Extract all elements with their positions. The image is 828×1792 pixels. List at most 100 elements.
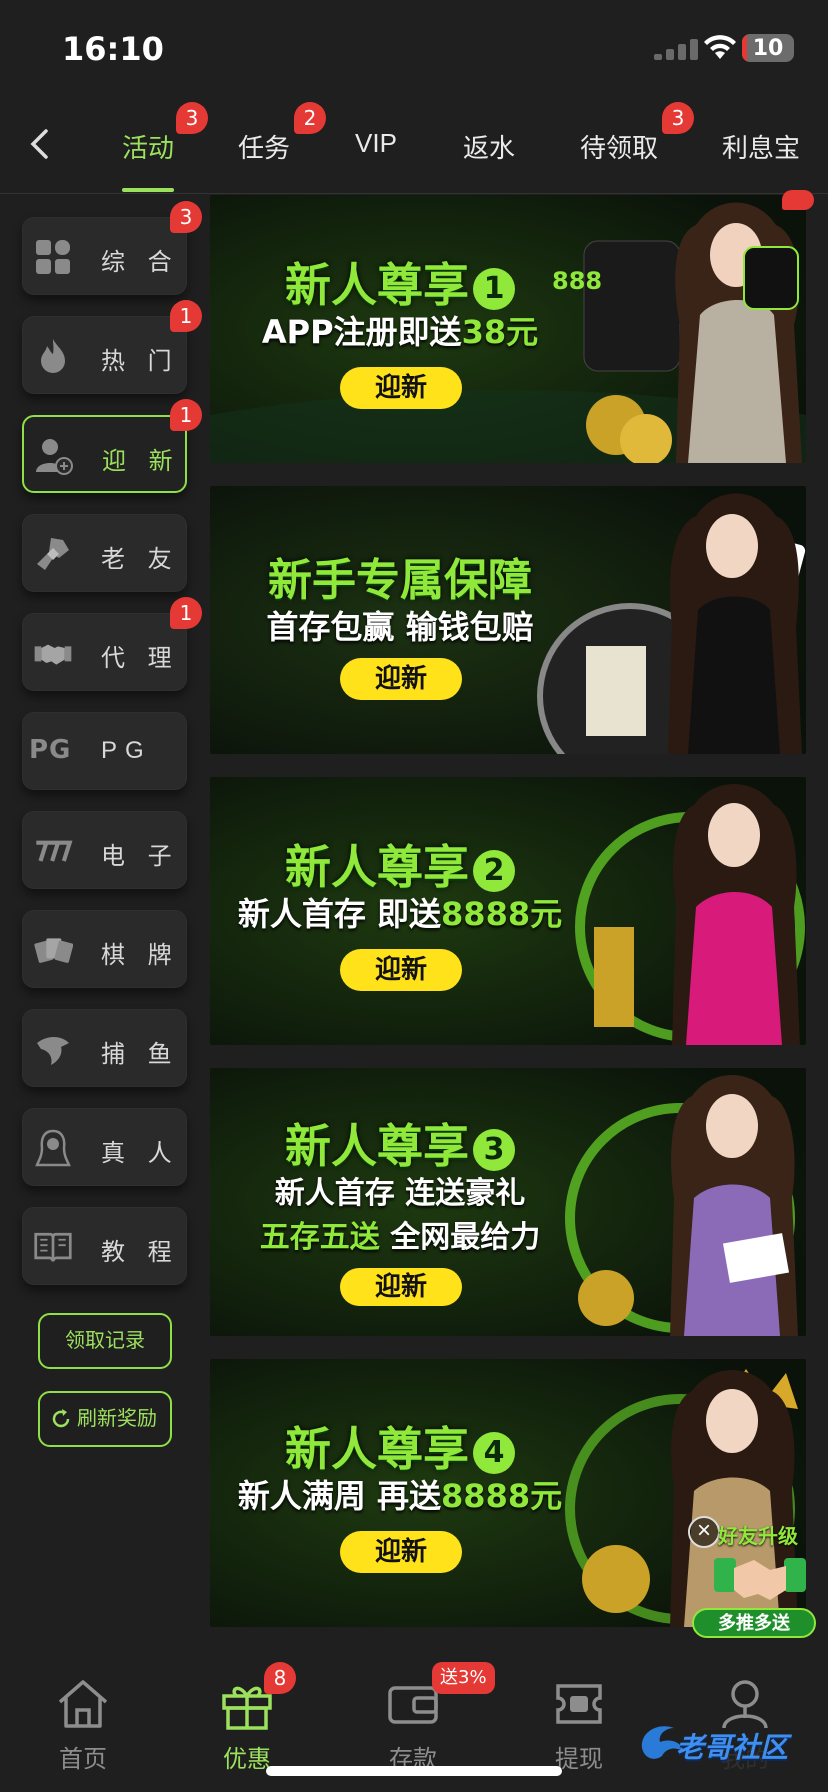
promo-banner-2[interactable]: 新手专属保障 首存包赢 输钱包赔 迎新 (210, 486, 806, 754)
flame-icon (41, 339, 65, 373)
tab-pending[interactable]: 待领取 (580, 128, 658, 165)
hostess-illustration (594, 784, 800, 1045)
banner-subtitle-green: 8888元 (441, 1477, 563, 1515)
sidebar-item-agent[interactable]: 代 理 (22, 613, 187, 691)
banner-title: 新人尊享 2 (210, 831, 590, 897)
handshake-icon (34, 644, 72, 665)
banner-title-number: 4 (473, 1431, 515, 1474)
tab-interest[interactable]: 利息宝 (722, 128, 800, 165)
promo-banner-1[interactable]: 888 新人尊享 1 APP注册即送38元 迎新 (210, 195, 806, 463)
sidebar-item-label: 综 合 (101, 249, 180, 276)
sidebar-badge: 1 (170, 300, 202, 332)
sidebar-item-label: 热 门 (101, 348, 180, 375)
home-icon (58, 1680, 108, 1728)
back-chevron-icon[interactable] (22, 126, 58, 162)
battery-percent: 10 (752, 36, 784, 61)
refresh-reward-label: 刷新奖励 (77, 1408, 157, 1430)
welcome-button[interactable]: 迎新 (340, 367, 462, 409)
handshake-icon (714, 1558, 806, 1600)
banner-subtitle-white: 新人满周 再送 (237, 1477, 442, 1515)
sidebar-item-fishing[interactable]: 捕 鱼 (22, 1009, 187, 1087)
banner-title-number: 1 (473, 267, 515, 310)
top-tab-bar: 活动 3 任务 2 VIP 返水 待领取 3 利息宝 (0, 96, 828, 194)
banner-title-text: 新人尊享 (285, 258, 469, 312)
refresh-reward-button[interactable]: 刷新奖励 (38, 1391, 172, 1447)
bottom-tab-withdraw[interactable]: 提现 (524, 1678, 634, 1774)
floating-referral-promo[interactable]: × 好友升级 多推多送 (688, 1512, 818, 1642)
welcome-button[interactable]: 迎新 (340, 1268, 462, 1306)
sidebar-badge: 3 (170, 201, 202, 233)
banner-title-number: 2 (473, 849, 515, 892)
user-add-icon (36, 439, 73, 475)
status-time: 16:10 (62, 30, 164, 68)
banner-subtitle-green: 8888元 (441, 895, 563, 933)
sidebar-item-slots[interactable]: 电 子 (22, 811, 187, 889)
welcome-button[interactable]: 迎新 (340, 1531, 462, 1573)
playing-cards-icon (34, 938, 73, 963)
bottom-tab-badge: 8 (264, 1662, 296, 1694)
sidebar-item-label: 代 理 (101, 645, 180, 672)
refresh-icon (52, 1409, 70, 1428)
banner-title: 新人尊享 4 (210, 1413, 590, 1479)
sidebar-item-tutorial[interactable]: 教 程 (22, 1207, 187, 1285)
claim-record-button[interactable]: 领取记录 (38, 1313, 172, 1369)
banner-title: 新人尊享 3 (210, 1110, 590, 1176)
sidebar-item-cards[interactable]: 棋 牌 (22, 910, 187, 988)
sidebar-item-label: 捕 鱼 (101, 1041, 180, 1068)
sidebar-item-all[interactable]: 综 合 (22, 217, 187, 295)
banner-badge-corner (782, 190, 814, 210)
banner-subtitle-2-white: 全网最给力 (379, 1220, 541, 1255)
wifi-icon (704, 35, 736, 59)
sidebar-item-label: 电 子 (101, 843, 180, 870)
banner-subtitle: 新人满周 再送8888元 (210, 1471, 590, 1517)
banner-title: 新人尊享 1 (210, 249, 590, 315)
banner-title-text: 新人尊享 (285, 1422, 469, 1476)
home-indicator (266, 1766, 562, 1776)
bottom-tab-home[interactable]: 首页 (28, 1678, 138, 1774)
hostess-illustration (586, 493, 806, 754)
banner-subtitle-2-green: 五存五送 (259, 1220, 380, 1255)
welcome-button[interactable]: 迎新 (340, 658, 462, 700)
sidebar-badge: 1 (170, 399, 202, 431)
community-watermark: 老哥社区 (636, 1718, 788, 1768)
banner-subtitle-white: APP注册即送 (261, 313, 462, 351)
banner-subtitle: 新人首存 连送豪礼 (274, 1176, 526, 1211)
sidebar-item-pg[interactable]: PG PG (22, 712, 187, 790)
close-icon[interactable]: × (688, 1516, 720, 1548)
battery-icon: 10 (742, 34, 794, 62)
floating-promo-button[interactable]: 多推多送 (692, 1608, 816, 1638)
tab-vip[interactable]: VIP (355, 128, 397, 159)
sidebar-item-label: 老 友 (101, 546, 180, 573)
banner-title-text: 新人尊享 (285, 1119, 469, 1173)
fist-bump-icon (37, 538, 69, 570)
sidebar-item-live[interactable]: 真 人 (22, 1108, 187, 1186)
tab-activity-badge: 3 (176, 102, 208, 134)
withdraw-icon (556, 1684, 602, 1724)
bottom-tab-label: 首页 (59, 1746, 107, 1773)
welcome-button[interactable]: 迎新 (340, 949, 462, 991)
banner-subtitle: 新人首存 即送8888元 (210, 889, 590, 935)
promo-banner-3[interactable]: 新人尊享 2 新人首存 即送8888元 迎新 (210, 777, 806, 1045)
sidebar-item-label: 棋 牌 (101, 942, 180, 969)
active-tab-indicator (122, 188, 174, 192)
sidebar-item-hot[interactable]: 热 门 (22, 316, 187, 394)
tab-tasks-badge: 2 (294, 102, 326, 134)
floating-promo-top-text: 好友升级 (718, 1526, 798, 1548)
dealer-woman-icon (35, 1129, 71, 1167)
status-bar: 16:10 10 (0, 0, 828, 96)
sidebar-item-welcome[interactable]: 迎 新 (22, 415, 187, 493)
tab-activity[interactable]: 活动 (122, 128, 174, 165)
sidebar-item-label: 迎 新 (102, 448, 181, 475)
grid-icon (36, 240, 70, 274)
sidebar-item-label: 教 程 (101, 1239, 180, 1266)
promo-banner-4[interactable]: 新人尊享 3 新人首存 连送豪礼 五存五送 全网最给力 迎新 (210, 1068, 806, 1336)
signal-icon (654, 38, 700, 60)
deposit-bonus-badge: 送3% (432, 1662, 495, 1694)
tab-rebate[interactable]: 返水 (463, 128, 515, 165)
sidebar-badge: 1 (170, 597, 202, 629)
tab-tasks[interactable]: 任务 (238, 128, 290, 165)
sidebar-item-label: 真 人 (101, 1140, 180, 1167)
pg-logo-icon: PG (29, 735, 72, 765)
banner-title-number: 3 (473, 1128, 515, 1171)
sidebar-item-old-friends[interactable]: 老 友 (22, 514, 187, 592)
